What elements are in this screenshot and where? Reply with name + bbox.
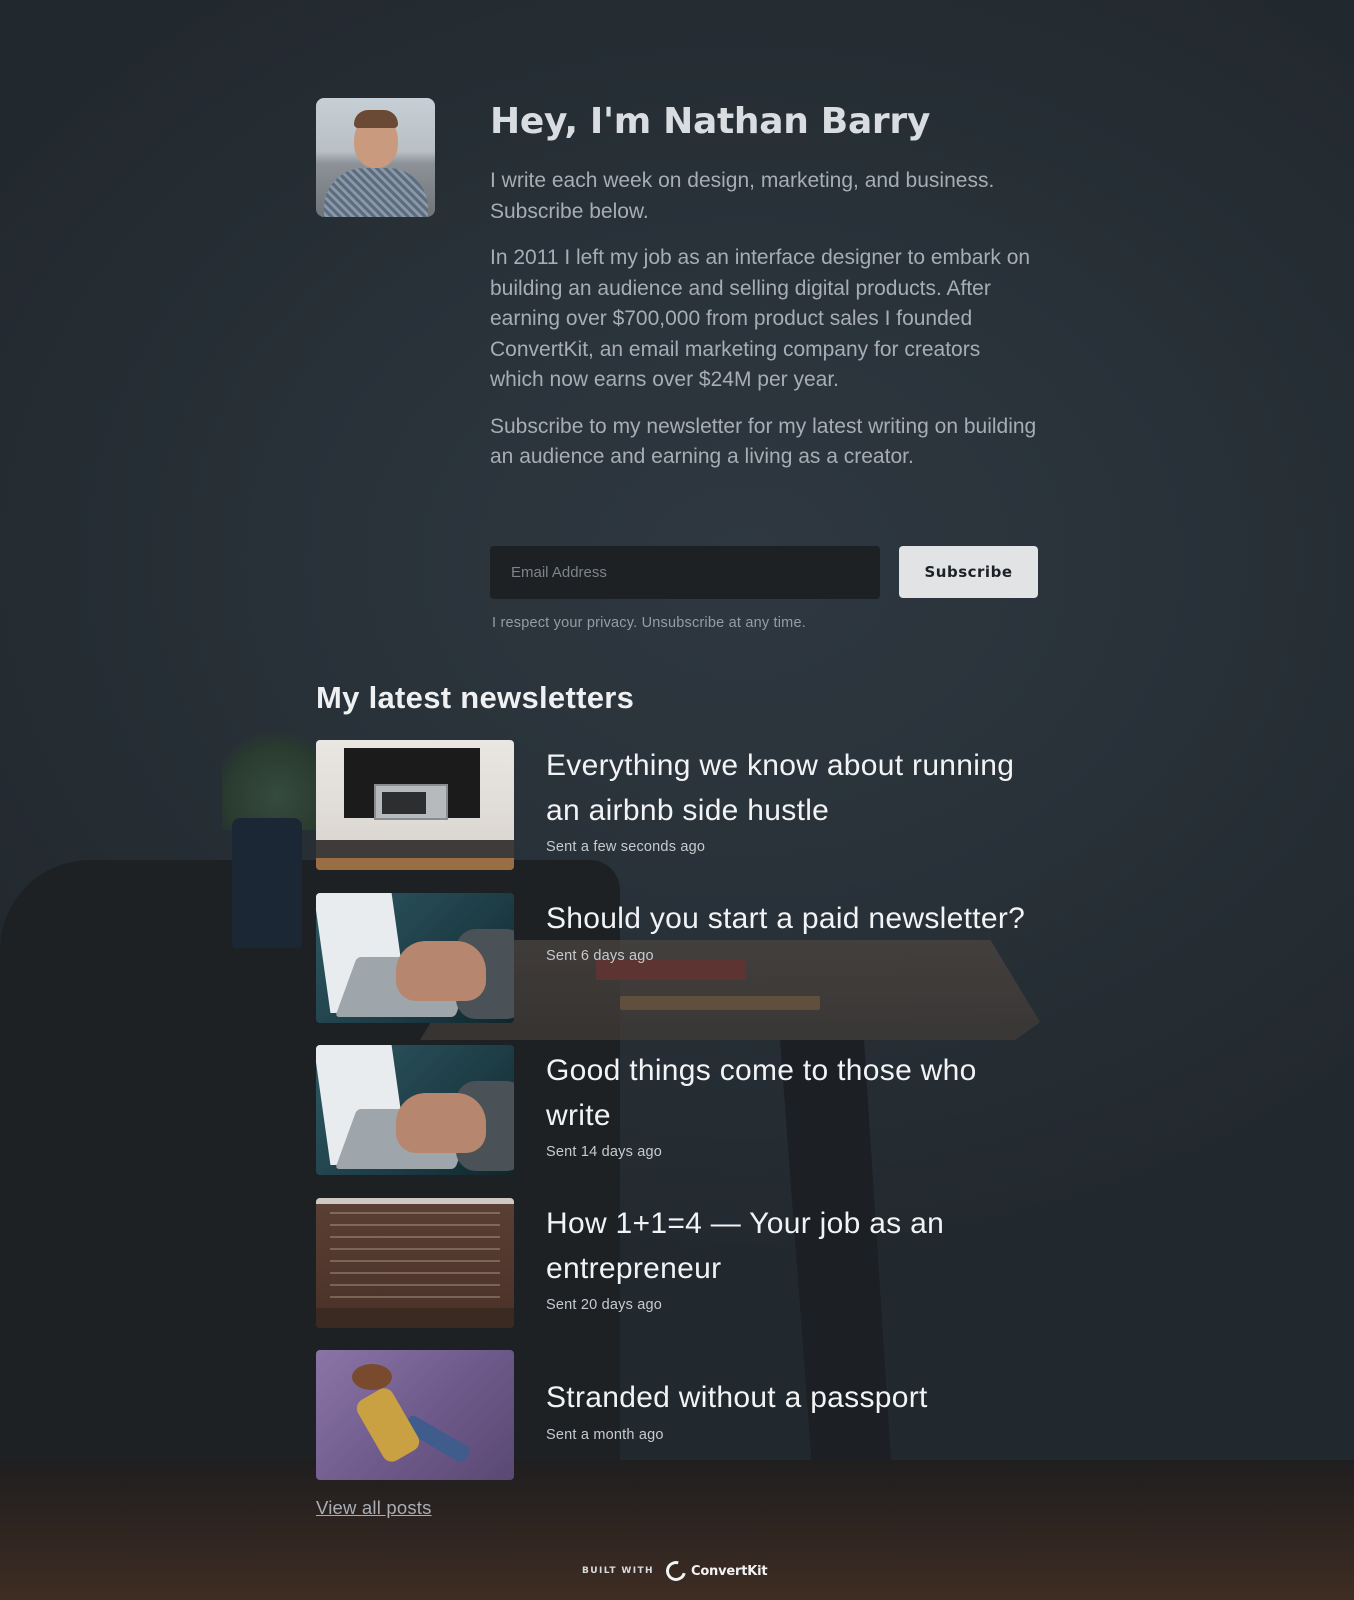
subscribe-form: Subscribe <box>490 546 1038 600</box>
view-all-posts-link[interactable]: View all posts <box>316 1497 432 1519</box>
post-title[interactable]: How 1+1=4 — Your job as an entrepreneur <box>546 1202 1038 1291</box>
email-field[interactable] <box>490 546 880 599</box>
list-item[interactable]: Stranded without a passport Sent a month… <box>316 1350 1038 1480</box>
post-thumbnail[interactable] <box>316 1198 514 1328</box>
avatar <box>316 98 435 217</box>
intro: Hey, I'm Nathan Barry I write each week … <box>490 96 1038 473</box>
post-thumbnail[interactable] <box>316 740 514 870</box>
post-title[interactable]: Should you start a paid newsletter? <box>546 897 1038 942</box>
subscribe-button[interactable]: Subscribe <box>899 546 1038 598</box>
post-thumbnail[interactable] <box>316 1045 514 1175</box>
privacy-note: I respect your privacy. Unsubscribe at a… <box>492 615 806 631</box>
list-item[interactable]: How 1+1=4 — Your job as an entrepreneur … <box>316 1198 1038 1328</box>
post-date: Sent 20 days ago <box>546 1297 663 1313</box>
built-with-convertkit-badge[interactable]: BUILT WITH ConvertKit <box>582 1557 782 1585</box>
post-thumbnail[interactable] <box>316 893 514 1023</box>
post-date: Sent a few seconds ago <box>546 839 706 855</box>
bio-paragraph: In 2011 I left my job as an interface de… <box>490 246 1031 391</box>
convertkit-brand-name: ConvertKit <box>690 1563 768 1579</box>
list-item[interactable]: Everything we know about running an airb… <box>316 740 1038 870</box>
intro-paragraph: I write each week on design, marketing, … <box>490 169 995 223</box>
post-title[interactable]: Stranded without a passport <box>546 1376 1038 1421</box>
convertkit-logo-icon <box>662 1557 690 1585</box>
post-date: Sent 6 days ago <box>546 947 654 964</box>
built-with-label: BUILT WITH <box>582 1566 654 1576</box>
post-title[interactable]: Everything we know about running an airb… <box>546 744 1038 833</box>
post-thumbnail[interactable] <box>316 1350 514 1480</box>
page-title: Hey, I'm Nathan Barry <box>490 101 931 142</box>
list-item[interactable]: Should you start a paid newsletter? Sent… <box>316 893 1038 1023</box>
subscribe-paragraph: Subscribe to my newsletter for my latest… <box>490 414 1037 469</box>
post-date: Sent a month ago <box>546 1426 664 1443</box>
post-date: Sent 14 days ago <box>546 1144 663 1160</box>
newsletters-heading: My latest newsletters <box>316 680 635 715</box>
list-item[interactable]: Good things come to those who write Sent… <box>316 1045 1038 1175</box>
post-title[interactable]: Good things come to those who write <box>546 1049 1038 1138</box>
